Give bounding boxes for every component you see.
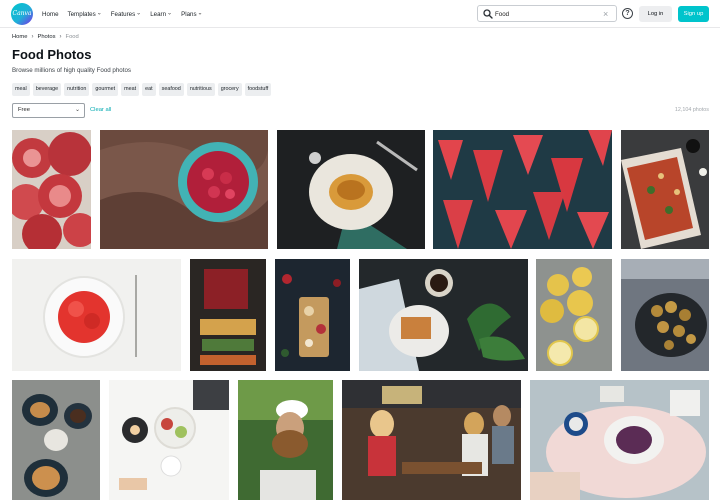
photo-restaurant-storefront[interactable] xyxy=(190,259,266,371)
clear-all-link[interactable]: Clear all xyxy=(90,107,111,113)
photo-charcuterie-board[interactable] xyxy=(275,259,350,371)
chevron-down-icon: ⌄ xyxy=(197,10,203,17)
nav-learn[interactable]: Learn ⌄ xyxy=(150,11,172,18)
photo-pastries-coffee[interactable] xyxy=(12,380,100,500)
chevron-down-icon: ⌄ xyxy=(136,10,142,17)
nav-templates-label: Templates xyxy=(67,10,96,18)
clear-search-icon[interactable]: × xyxy=(603,8,608,20)
price-filter-select[interactable]: Free ⌄ xyxy=(12,103,85,118)
nav-plans-label: Plans xyxy=(181,10,197,18)
tag-chip[interactable]: nutritious xyxy=(186,83,215,96)
photo-brunch-table[interactable] xyxy=(109,380,229,500)
login-button[interactable]: Log in xyxy=(639,6,672,22)
photo-waffles-coffee[interactable] xyxy=(359,259,528,371)
nav-home[interactable]: Home xyxy=(42,11,59,18)
tag-chip[interactable]: foodstuff xyxy=(244,83,272,96)
breadcrumb-photos[interactable]: Photos xyxy=(37,34,55,40)
nav-templates[interactable]: Templates ⌄ xyxy=(68,11,102,18)
photo-pomegranate[interactable] xyxy=(12,130,91,249)
breadcrumb: Home › Photos › Food xyxy=(12,34,79,40)
photo-burger-man[interactable] xyxy=(238,380,333,500)
top-header: Canva Home Templates ⌄ Features ⌄ Learn ⌄ P… xyxy=(0,0,720,28)
search-box: × xyxy=(477,5,617,22)
help-icon[interactable]: ? xyxy=(622,8,633,19)
page-subtitle: Browse millions of high quality Food pho… xyxy=(12,67,132,74)
photo-pizza[interactable] xyxy=(621,130,709,249)
tag-chip[interactable]: grocery xyxy=(217,83,242,96)
chevron-down-icon: ⌄ xyxy=(74,107,80,113)
page-title: Food Photos xyxy=(12,47,92,62)
nav-plans[interactable]: Plans ⌄ xyxy=(181,11,203,18)
canva-logo[interactable]: Canva xyxy=(11,3,33,25)
tag-chip[interactable]: gourmet xyxy=(92,83,119,96)
chevron-right-icon: › xyxy=(59,34,62,40)
tag-list: meal beverage nutrition gourmet meat eat… xyxy=(12,83,272,96)
signup-button[interactable]: Sign up xyxy=(678,6,709,22)
search-icon xyxy=(483,9,493,19)
tag-chip[interactable]: meal xyxy=(12,83,30,96)
photo-pancakes[interactable] xyxy=(277,130,425,249)
filter-selected-value: Free xyxy=(18,107,30,113)
photo-lemons[interactable] xyxy=(536,259,612,371)
photo-pie-table[interactable] xyxy=(530,380,709,500)
main-nav: Home Templates ⌄ Features ⌄ Learn ⌄ Plans ⌄ xyxy=(42,0,203,28)
tag-chip[interactable]: nutrition xyxy=(64,83,90,96)
tag-chip[interactable]: eat xyxy=(142,83,156,96)
nav-features-label: Features xyxy=(110,10,136,18)
nav-learn-label: Learn xyxy=(150,10,167,18)
chevron-right-icon: › xyxy=(31,34,34,40)
chevron-down-icon: ⌄ xyxy=(167,10,173,17)
tag-chip[interactable]: beverage xyxy=(32,83,62,96)
tag-chip[interactable]: seafood xyxy=(158,83,184,96)
nav-home-label: Home xyxy=(42,10,59,18)
nav-features[interactable]: Features ⌄ xyxy=(111,11,141,18)
photo-strawberries-bowl[interactable] xyxy=(12,259,181,371)
photo-watermelon-slices[interactable] xyxy=(433,130,612,249)
chevron-down-icon: ⌄ xyxy=(96,10,102,17)
photo-friends-restaurant[interactable] xyxy=(342,380,521,500)
breadcrumb-current: Food xyxy=(65,34,79,40)
search-input[interactable] xyxy=(495,8,595,20)
tag-chip[interactable]: meat xyxy=(121,83,140,96)
photo-falafel[interactable] xyxy=(621,259,709,371)
breadcrumb-home[interactable]: Home xyxy=(12,34,27,40)
result-count: 12,104 photos xyxy=(674,107,709,113)
photo-raspberries-bowl[interactable] xyxy=(100,130,268,249)
